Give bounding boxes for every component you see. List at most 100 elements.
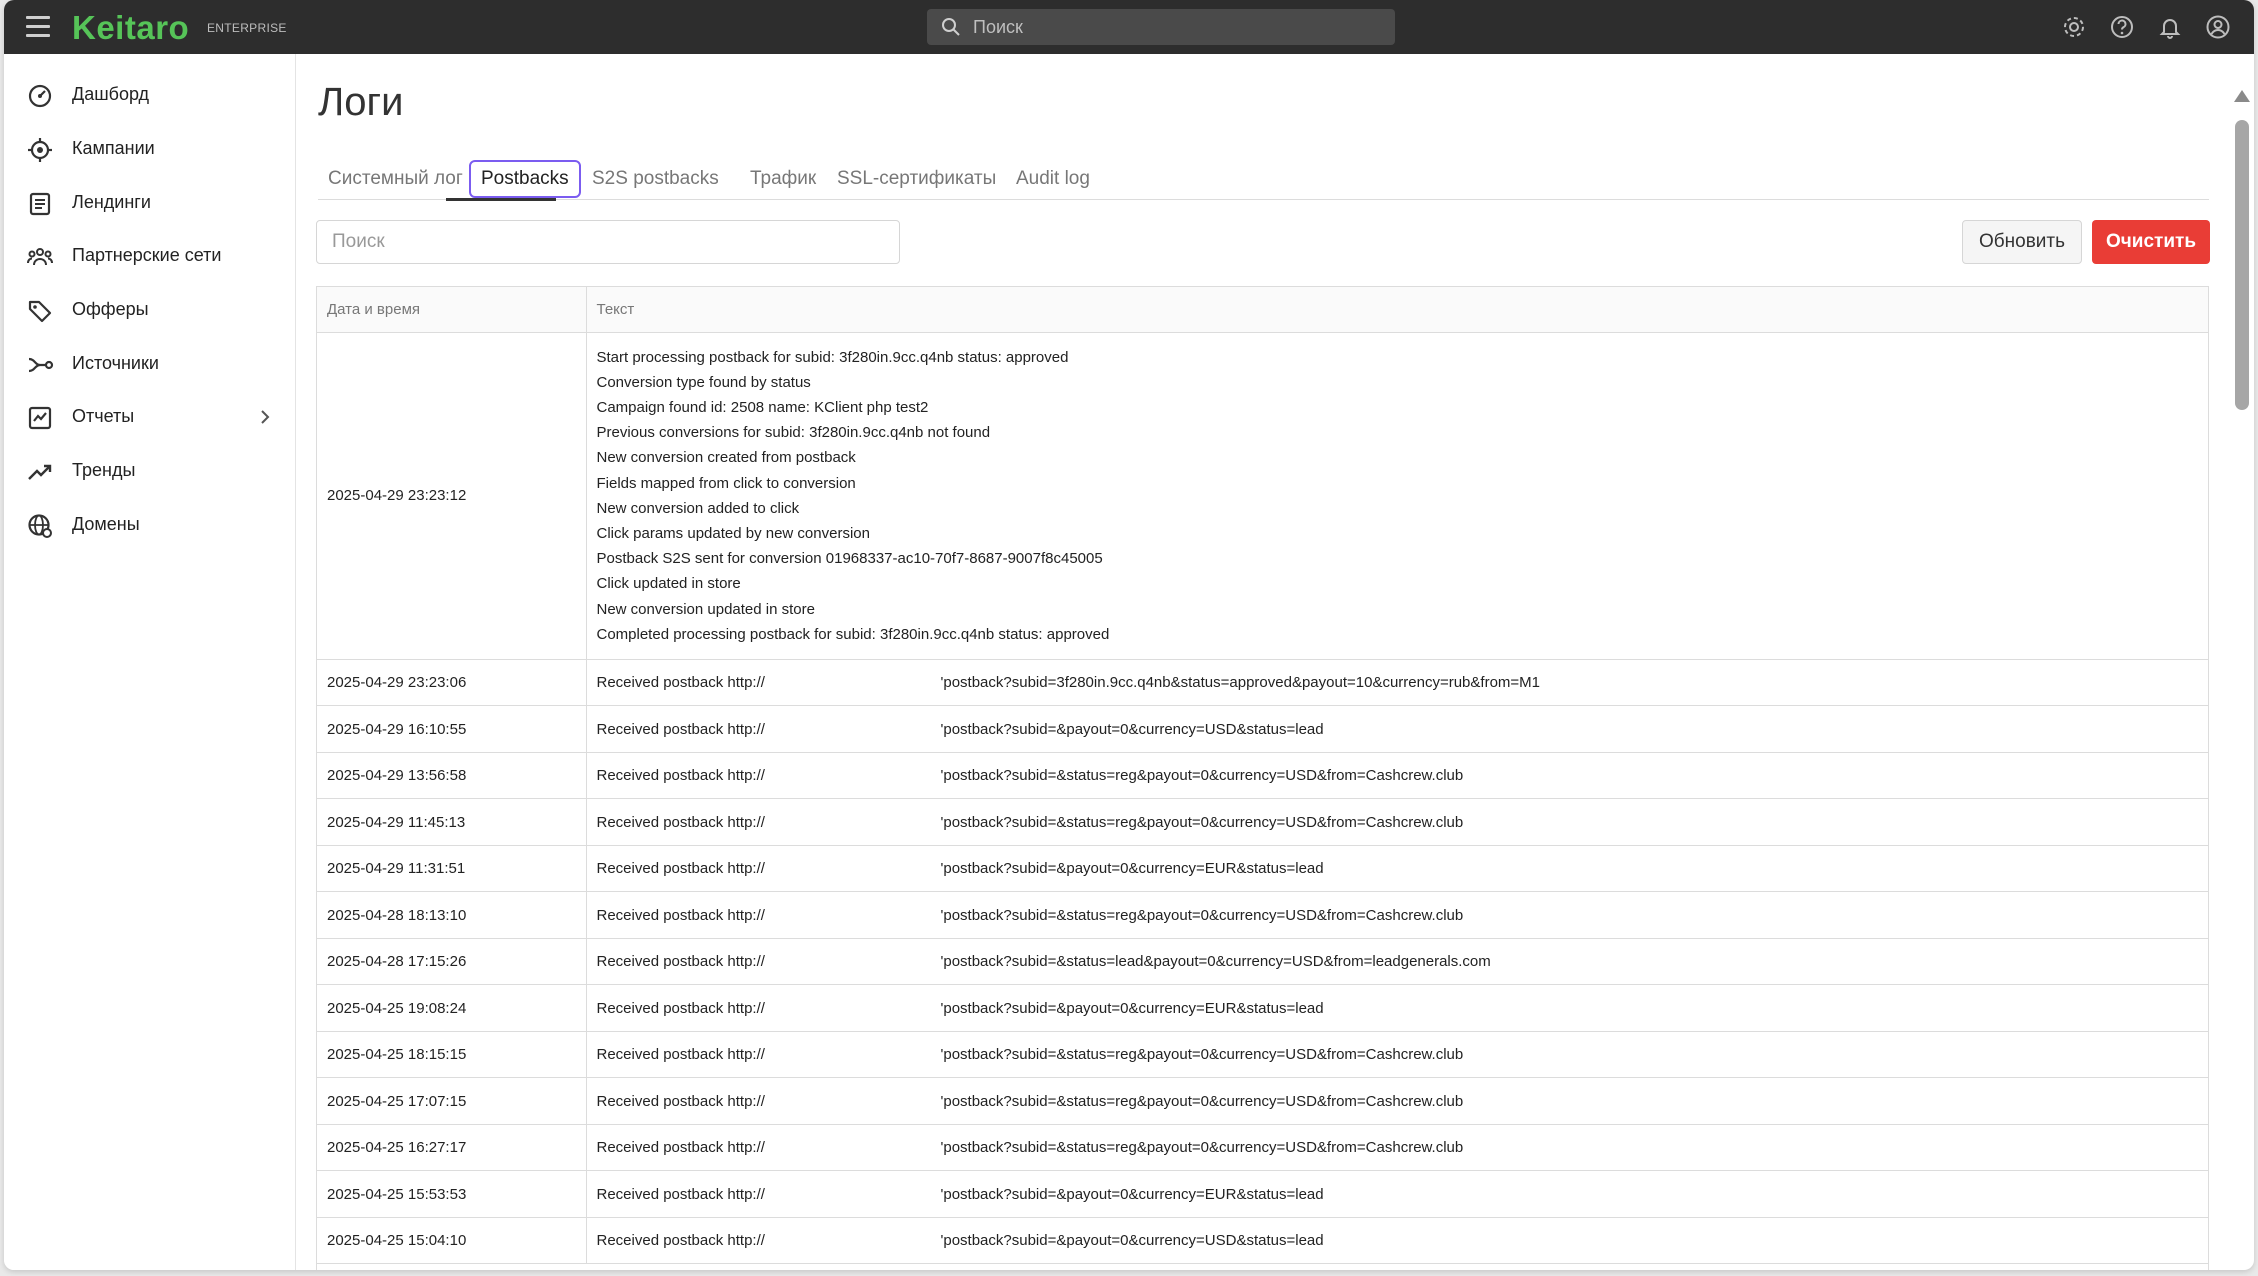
row-text: Received postback http:// 'postback?subid… [586, 938, 2208, 986]
postback-path: 'postback?subid=&payout=0&currency=USD&s… [940, 1232, 1324, 1250]
logs-table: Дата и время Текст 2025-04-29 23:23:12 S… [316, 286, 2209, 1270]
sidebar-item-domains[interactable]: Домены [4, 500, 296, 550]
sidebar-item-label: Источники [72, 353, 159, 373]
sidebar-item-label: Офферы [72, 299, 149, 319]
sidebar-item-reports[interactable]: Отчеты [4, 392, 296, 442]
postback-path: 'postback?subid=&status=reg&payout=0&cur… [940, 906, 1464, 924]
table-row[interactable]: 2025-04-25 19:08:24 Received postback htt… [317, 984, 2208, 1032]
log-line: Received postback http:// 'postback?subid… [597, 1232, 1324, 1249]
table-row[interactable]: 2025-04-28 17:15:26 Received postback htt… [317, 938, 2208, 986]
scrollbar-thumb[interactable] [2235, 120, 2249, 410]
postback-path: 'postback?subid=3f280in.9cc.q4nb&status=… [940, 674, 1541, 692]
landings-icon [29, 192, 51, 216]
postback-path: 'postback?subid=&status=reg&payout=0&cur… [940, 1139, 1464, 1157]
table-row[interactable]: 2025-04-29 11:45:13 Received postback htt… [317, 798, 2208, 846]
log-line: Received postback http:// 'postback?subid… [597, 953, 1491, 970]
table-row[interactable]: 2025-04-25 15:04:10 Received postback htt… [317, 1217, 2208, 1265]
row-datetime: 2025-04-25 15:53:53 [317, 1170, 587, 1218]
sidebar-item-label: Партнерские сети [72, 245, 222, 265]
menu-icon[interactable] [26, 16, 50, 38]
log-line: New conversion created from postback [596, 449, 856, 467]
affiliate-networks-icon [27, 248, 53, 266]
search-icon [942, 18, 960, 36]
postback-path: 'postback?subid=&status=reg&payout=0&cur… [940, 1046, 1464, 1064]
global-search-input[interactable] [973, 9, 1373, 45]
sidebar-item-label: Дашборд [72, 84, 150, 104]
row-text: Received postback http:// 'postback?subid… [586, 798, 2208, 846]
tab-traffic[interactable]: Трафик [740, 160, 826, 198]
account-icon[interactable] [2204, 13, 2232, 41]
sidebar-item-label: Кампании [72, 138, 155, 158]
log-line: Received postback http:// 'postback?subid… [597, 814, 1464, 831]
table-row[interactable]: 2025-04-28 18:13:10 Received postback htt… [317, 891, 2208, 939]
table-row[interactable]: 2025-04-25 18:15:15 Received postback htt… [317, 1031, 2208, 1079]
log-line: Campaign found id: 2508 name: KClient ph… [596, 398, 929, 416]
log-line: New conversion added to click [596, 499, 800, 517]
table-row[interactable]: 2025-04-29 11:31:51 Received postback htt… [317, 845, 2208, 893]
row-datetime: 2025-04-25 19:08:24 [317, 984, 587, 1032]
postback-prefix: Received postback http:// [596, 674, 765, 692]
table-row[interactable]: 2025-04-29 23:23:06 Received postback htt… [317, 659, 2208, 707]
table-row[interactable]: 2025-04-25 15:53:53 Received postback htt… [317, 1170, 2208, 1218]
row-text: Received postback http:// 'postback?subid… [586, 1170, 2208, 1218]
log-line: Received postback http:// 'postback?subid… [597, 1093, 1464, 1110]
postback-prefix: Received postback http:// [596, 999, 765, 1017]
sidebar-item-offers[interactable]: Офферы [4, 285, 296, 335]
sidebar-item-sources[interactable]: Источники [4, 339, 296, 389]
postback-path: 'postback?subid=&status=lead&payout=0&cu… [940, 953, 1491, 971]
tab-bar: Системный лог Postbacks S2S postbacks Тр… [318, 152, 2209, 200]
main-content: Логи Системный лог Postbacks S2S postbac… [296, 54, 2254, 1270]
postback-prefix: Received postback http:// [596, 1046, 765, 1064]
table-row[interactable]: 2025-04-25 17:07:15 Received postback htt… [317, 1077, 2208, 1125]
logo[interactable]: Keitaro [72, 9, 189, 47]
row-datetime: 2025-04-28 17:15:26 [317, 938, 587, 986]
log-line: New conversion updated in store [596, 600, 815, 618]
bell-icon[interactable] [2156, 13, 2184, 41]
log-line: Received postback http:// 'postback?subid… [597, 1186, 1324, 1203]
sidebar-item-affiliate-networks[interactable]: Партнерские сети [4, 231, 296, 281]
tab-ssl-certificates[interactable]: SSL-сертификаты [827, 160, 1006, 198]
table-row[interactable]: 2025-04-29 13:56:58 Received postback htt… [317, 752, 2208, 800]
postback-prefix: Received postback http:// [596, 1185, 765, 1203]
clear-button[interactable]: Очистить [2092, 220, 2210, 264]
row-text: Start processing postback for subid: 3f2… [586, 332, 2208, 660]
row-text: Received postback http:// 'postback?subid… [586, 984, 2208, 1032]
tab-s2s-postbacks[interactable]: S2S postbacks [582, 160, 729, 198]
settings-icon[interactable] [2060, 13, 2088, 41]
refresh-button[interactable]: Обновить [1962, 220, 2082, 264]
postback-prefix: Received postback http:// [596, 1092, 765, 1110]
column-header-datetime[interactable]: Дата и время [317, 287, 587, 333]
postback-prefix: Received postback http:// [596, 1139, 765, 1157]
chevron-right-icon[interactable] [256, 408, 274, 426]
row-text: Received postback http:// 'postback?subid… [586, 1217, 2208, 1265]
column-header-text[interactable]: Текст [586, 287, 2208, 333]
global-search[interactable] [927, 9, 1395, 45]
postback-prefix: Received postback http:// [596, 767, 765, 785]
postback-path: 'postback?subid=&payout=0&currency=USD&s… [940, 720, 1324, 738]
row-datetime: 2025-04-29 11:31:51 [317, 845, 587, 893]
table-row[interactable]: 2025-04-25 16:27:17 Received postback htt… [317, 1124, 2208, 1172]
scroll-up-arrow[interactable] [2234, 90, 2250, 102]
sidebar-item-landings[interactable]: Лендинги [4, 178, 296, 228]
sidebar-item-dashboard[interactable]: Дашборд [4, 70, 296, 120]
postback-prefix: Received postback http:// [596, 1232, 765, 1250]
app-window: Keitaro ENTERPRISE Дашборд Кампании Ленд… [4, 0, 2254, 1270]
tab-system-log[interactable]: Системный лог [318, 160, 473, 198]
row-datetime: 2025-04-25 15:04:10 [317, 1217, 587, 1265]
postback-prefix: Received postback http:// [596, 860, 765, 878]
log-line: Received postback http:// 'postback?subid… [597, 674, 1541, 691]
log-search[interactable] [316, 220, 900, 264]
postback-prefix: Received postback http:// [596, 720, 765, 738]
sidebar-item-trends[interactable]: Тренды [4, 446, 296, 496]
tab-audit-log[interactable]: Audit log [1006, 160, 1100, 198]
table-row[interactable]: 2025-04-29 16:10:55 Received postback htt… [317, 705, 2208, 753]
row-datetime: 2025-04-25 16:27:17 [317, 1124, 587, 1172]
row-datetime: 2025-04-29 11:45:13 [317, 798, 587, 846]
tab-postbacks[interactable]: Postbacks [469, 160, 581, 198]
sidebar-item-campaigns[interactable]: Кампании [4, 124, 296, 174]
table-row[interactable]: 2025-04-29 23:23:12 Start processing pos… [317, 332, 2208, 660]
search-input[interactable] [317, 221, 899, 263]
row-datetime: 2025-04-28 18:13:10 [317, 891, 587, 939]
log-line: Received postback http:// 'postback?subid… [597, 1000, 1324, 1017]
help-icon[interactable] [2108, 13, 2136, 41]
